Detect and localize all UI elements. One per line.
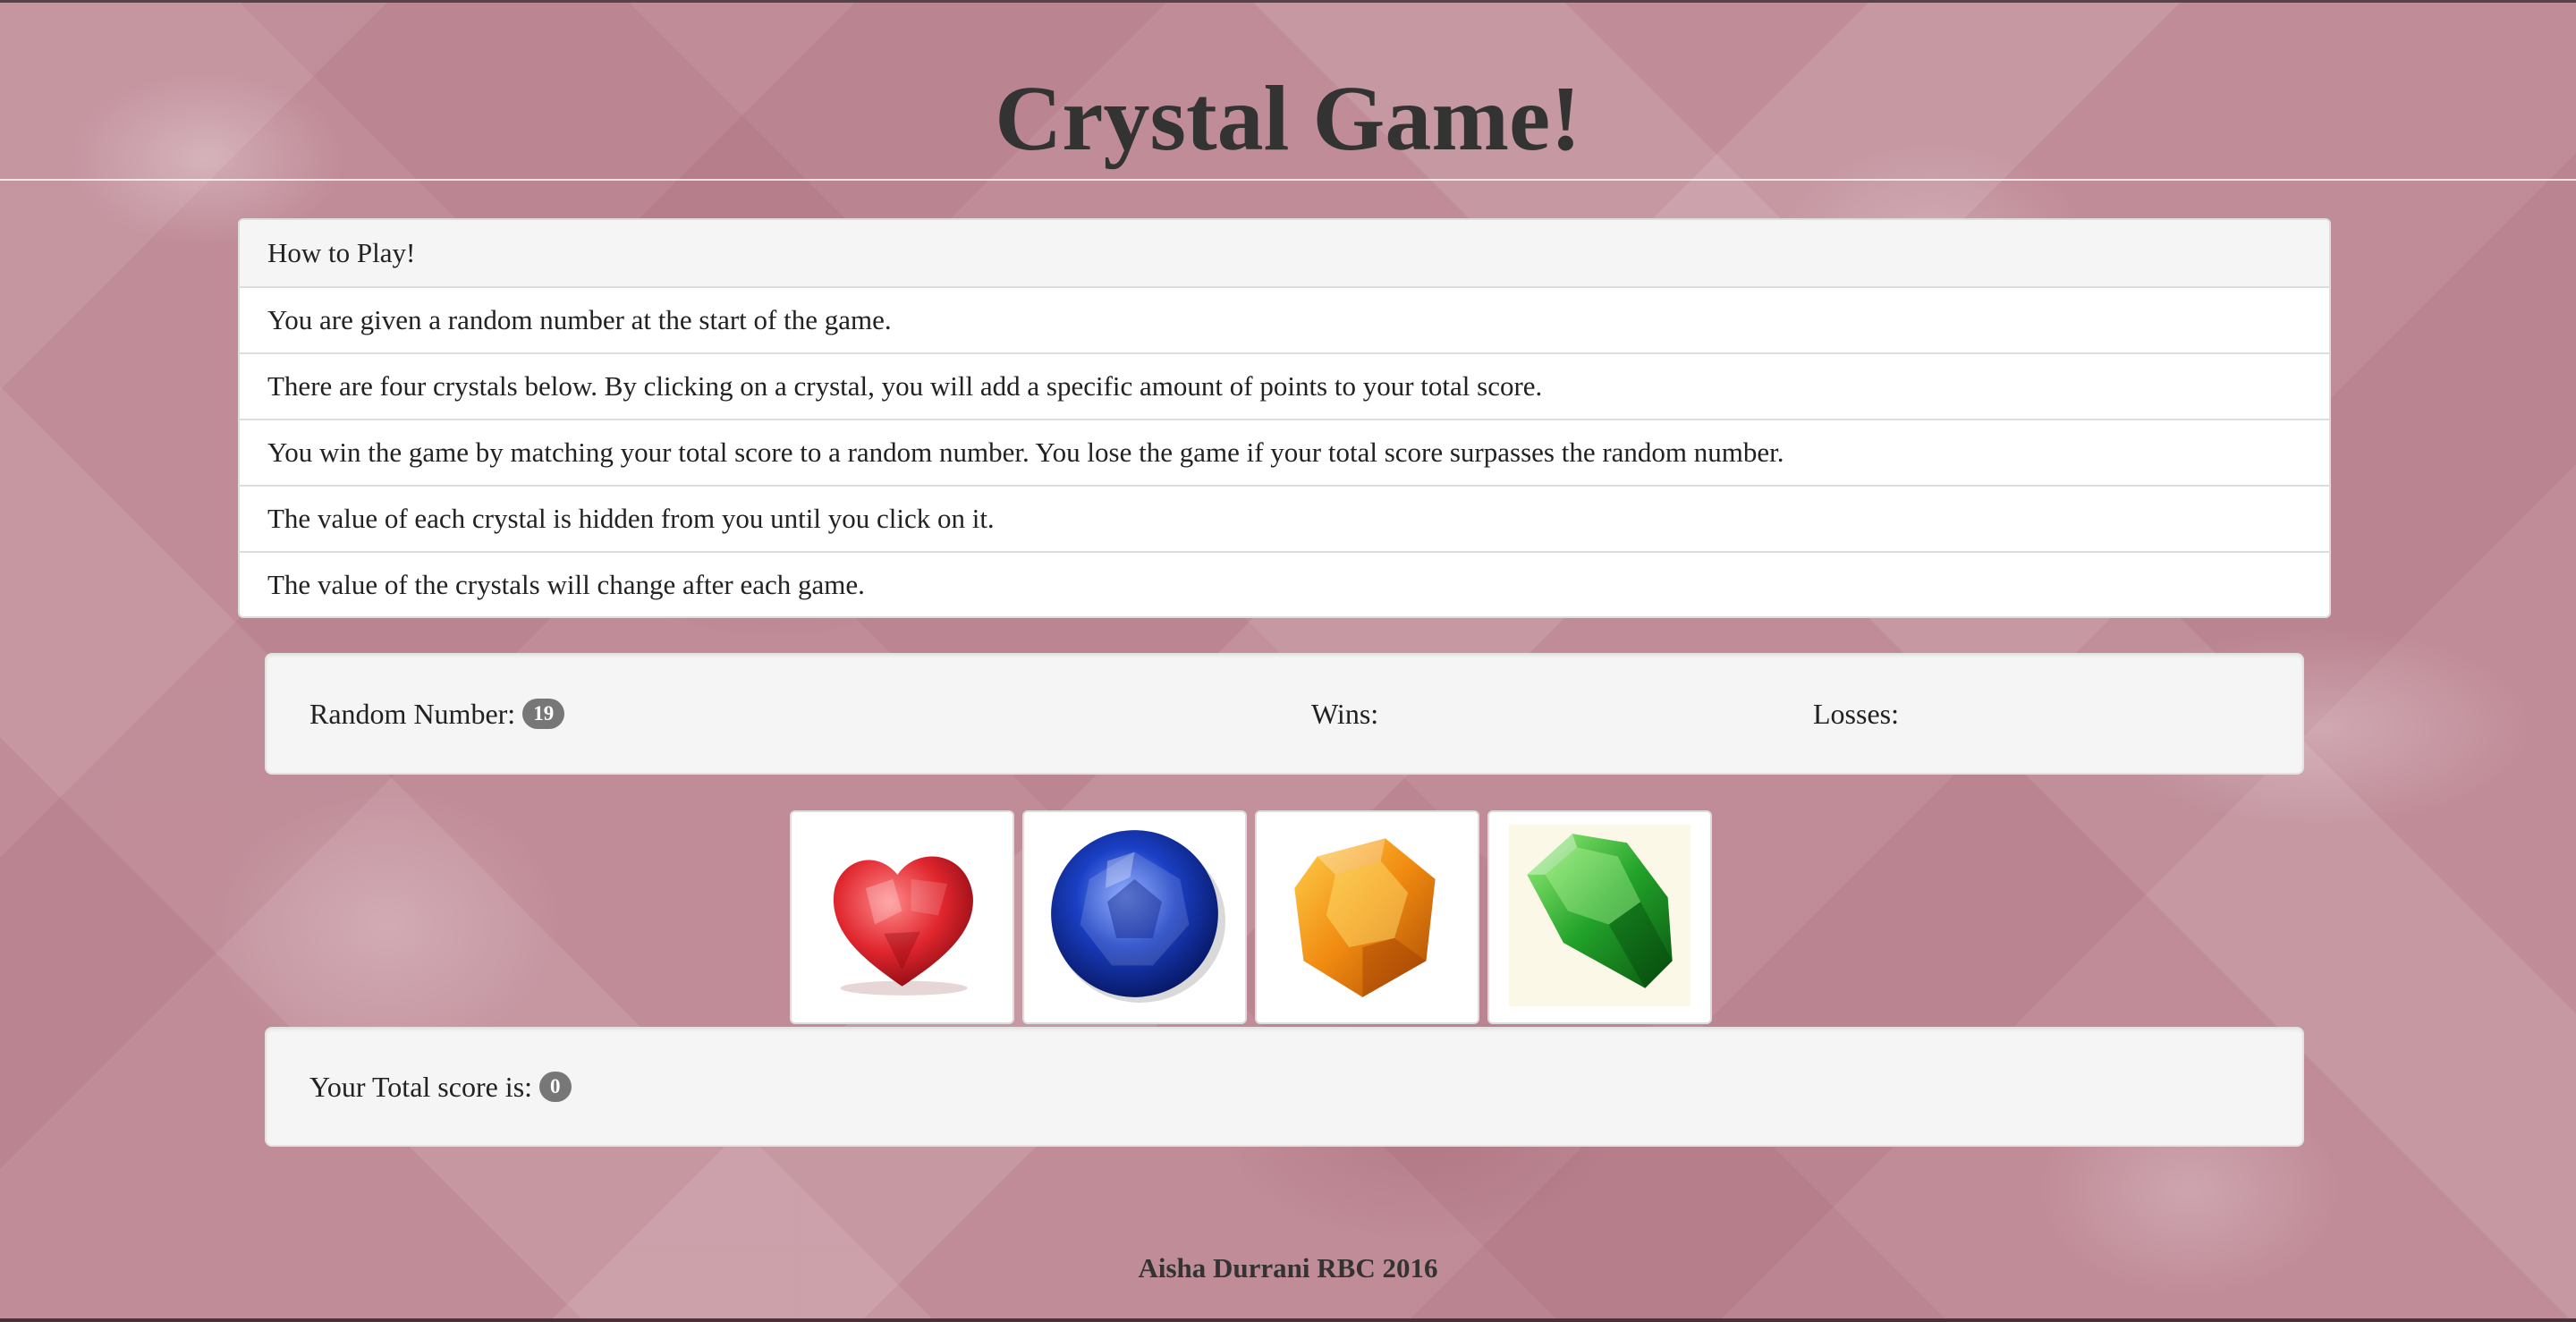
- blue-round-crystal-button[interactable]: [1022, 810, 1247, 1024]
- total-score-stat: Your Total score is: 0: [309, 1029, 572, 1145]
- page-title: Crystal Game!: [995, 67, 1581, 170]
- orange-crystal-button[interactable]: [1255, 810, 1479, 1024]
- footer-credit: Aisha Durrani RBC 2016: [1138, 1252, 1438, 1284]
- instructions-panel: How to Play! You are given a random numb…: [238, 218, 2331, 618]
- instruction-item: You win the game by matching your total …: [240, 420, 2329, 487]
- random-number-label: Random Number:: [309, 697, 516, 730]
- random-number-stat: Random Number: 19: [309, 655, 565, 773]
- stats-well: Random Number: 19 Wins: Losses:: [265, 653, 2304, 775]
- random-number-badge: 19: [522, 699, 565, 729]
- green-crystal-icon: [1509, 825, 1690, 1006]
- blue-round-crystal-icon: [1044, 825, 1225, 1006]
- instruction-item: There are four crystals below. By clicki…: [240, 354, 2329, 420]
- red-heart-crystal-icon: [811, 825, 993, 1006]
- losses-stat: Losses:: [1813, 655, 1899, 773]
- red-heart-crystal-button[interactable]: [790, 810, 1014, 1024]
- instructions-heading: How to Play!: [240, 220, 2329, 288]
- header-divider: [0, 179, 2576, 181]
- bottom-border: [0, 1318, 2576, 1322]
- instruction-item: The value of each crystal is hidden from…: [240, 487, 2329, 553]
- green-crystal-button[interactable]: [1487, 810, 1712, 1024]
- total-score-badge: 0: [539, 1072, 572, 1102]
- wins-stat: Wins:: [1311, 655, 1378, 773]
- score-well: Your Total score is: 0: [265, 1027, 2304, 1147]
- top-border: [0, 0, 2576, 3]
- losses-label: Losses:: [1813, 697, 1899, 730]
- orange-crystal-icon: [1276, 825, 1458, 1006]
- total-score-label: Your Total score is:: [309, 1070, 533, 1103]
- wins-label: Wins:: [1311, 697, 1379, 730]
- instruction-item: The value of the crystals will change af…: [267, 569, 865, 600]
- instruction-item: You are given a random number at the sta…: [240, 288, 2329, 354]
